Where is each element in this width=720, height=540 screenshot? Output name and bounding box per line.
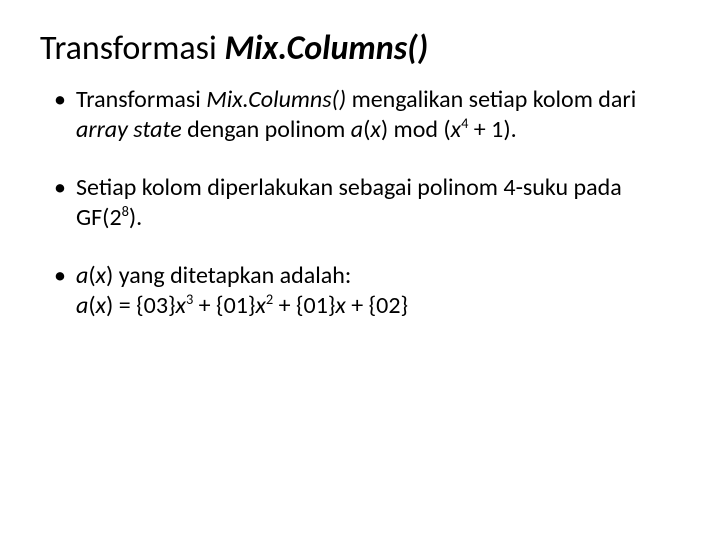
title-text-italic: Mix.Columns() — [224, 28, 428, 69]
mixcolumns-italic: Mix.Columns() — [206, 85, 346, 114]
text: ). — [129, 203, 142, 232]
text: + {01} — [273, 291, 335, 320]
var-x: x — [176, 291, 186, 320]
title-text-plain: Transformasi — [40, 28, 224, 69]
bullet-1: Transformasi Mix.Columns() mengalikan se… — [76, 85, 680, 145]
var-x: x — [96, 291, 106, 320]
text: Setiap kolom diperlakukan sebagai polino… — [76, 173, 622, 232]
text: mengalikan setiap kolom dari — [346, 85, 636, 114]
text: ( — [88, 291, 95, 320]
text: dengan polinom — [182, 115, 351, 144]
var-a: a — [76, 291, 88, 320]
var-x: x — [451, 115, 461, 144]
var-a: a — [76, 261, 88, 290]
slide-title: Transformasi Mix.Columns() — [40, 30, 680, 67]
var-x: x — [255, 291, 265, 320]
text: + {01} — [193, 291, 255, 320]
equation-line: a(x) = {03}x3 + {01}x2 + {01}x + {02} — [76, 291, 680, 321]
text: Transformasi — [76, 85, 206, 114]
text: + 1). — [468, 115, 516, 144]
bullet-2: Setiap kolom diperlakukan sebagai polino… — [76, 173, 680, 233]
text: = {03} — [113, 291, 175, 320]
var-x: x — [335, 291, 345, 320]
arraystate-italic: array state — [76, 115, 182, 144]
bullet-3: a(x) yang ditetapkan adalah: a(x) = {03}… — [76, 261, 680, 321]
var-x: x — [96, 261, 106, 290]
text: yang ditetapkan adalah: — [113, 261, 351, 290]
slide-body: Transformasi Mix.Columns() mengalikan se… — [40, 85, 680, 321]
text: ( — [88, 261, 95, 290]
slide: Transformasi Mix.Columns() Transformasi … — [0, 0, 720, 540]
text: ) — [381, 115, 388, 144]
exponent-8: 8 — [122, 202, 129, 220]
text: mod ( — [388, 115, 451, 144]
text: + {02} — [346, 291, 408, 320]
var-x: x — [370, 115, 380, 144]
var-a: a — [351, 115, 363, 144]
